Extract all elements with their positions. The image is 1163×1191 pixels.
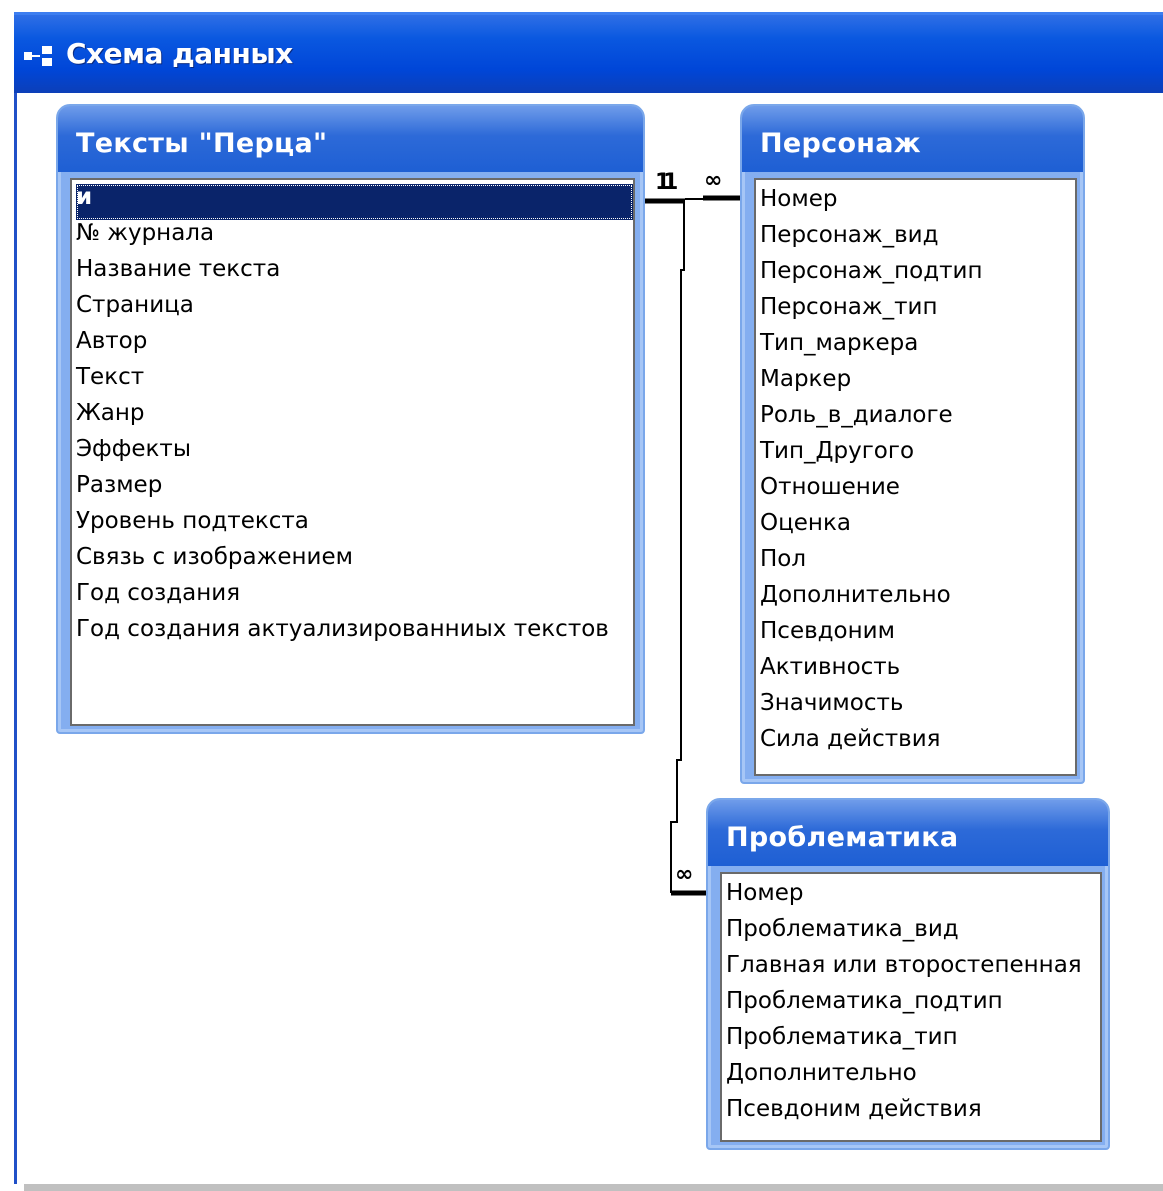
field-text-name[interactable]: Название текста (76, 256, 280, 292)
field-activity[interactable]: Активность (760, 654, 900, 690)
window-titlebar[interactable]: Схема данных (14, 12, 1163, 93)
field-effects[interactable]: Эффекты (76, 436, 191, 472)
table-problems-field-list[interactable]: Номер Проблематика_вид Главная или второ… (720, 872, 1102, 1142)
field-additional[interactable]: Дополнительно (760, 582, 951, 618)
field-actualized-creation-year[interactable]: Год создания актуализированниых текстов (76, 616, 609, 652)
field-text[interactable]: Текст (76, 364, 144, 400)
field-main-or-secondary[interactable]: Главная или второстепенная (726, 952, 1082, 988)
relationship-many-label-2: ∞ (675, 862, 694, 887)
table-character[interactable]: Персонаж Номер Персонаж_вид Персонаж_под… (740, 104, 1085, 784)
field-problem-subtype[interactable]: Проблематика_подтип (726, 988, 1003, 1024)
field-additional[interactable]: Дополнительно (726, 1060, 917, 1096)
field-action-pseudonym[interactable]: Псевдоним действия (726, 1096, 982, 1132)
field-journal-number[interactable]: № журнала (76, 220, 214, 256)
field-number[interactable]: Номер (760, 186, 837, 222)
field-pseudonym[interactable]: Псевдоним (760, 618, 895, 654)
field-image-link[interactable]: Связь с изображением (76, 544, 353, 580)
table-texts[interactable]: Тексты "Перца" и № журнала Название текс… (56, 104, 645, 734)
field-i[interactable]: и (76, 184, 633, 220)
table-problems-header[interactable]: Проблематика (708, 800, 1108, 866)
field-other-type[interactable]: Тип_Другого (760, 438, 914, 474)
table-character-header[interactable]: Персонаж (742, 106, 1083, 172)
field-page[interactable]: Страница (76, 292, 194, 328)
field-creation-year[interactable]: Год создания (76, 580, 240, 616)
relationship-many-label: ∞ (704, 168, 723, 193)
window-bottom-edge (24, 1184, 1163, 1191)
field-size[interactable]: Размер (76, 472, 162, 508)
table-character-title: Персонаж (760, 128, 921, 159)
relationship-one-label-2: 1 (663, 170, 679, 195)
field-marker-type[interactable]: Тип_маркера (760, 330, 918, 366)
field-genre[interactable]: Жанр (76, 400, 145, 436)
table-texts-field-list[interactable]: и № журнала Название текста Страница Авт… (70, 178, 635, 726)
field-marker[interactable]: Маркер (760, 366, 851, 402)
table-problems[interactable]: Проблематика Номер Проблематика_вид Глав… (706, 798, 1110, 1150)
field-number[interactable]: Номер (726, 880, 803, 916)
table-character-field-list[interactable]: Номер Персонаж_вид Персонаж_подтип Персо… (754, 178, 1077, 776)
field-gender[interactable]: Пол (760, 546, 806, 582)
field-problem-type[interactable]: Проблематика_тип (726, 1024, 958, 1060)
field-attitude[interactable]: Отношение (760, 474, 900, 510)
field-character-type[interactable]: Персонаж_тип (760, 294, 938, 330)
field-rating[interactable]: Оценка (760, 510, 851, 546)
table-problems-title: Проблематика (726, 822, 959, 853)
field-dialog-role[interactable]: Роль_в_диалоге (760, 402, 953, 438)
field-significance[interactable]: Значимость (760, 690, 903, 726)
table-texts-header[interactable]: Тексты "Перца" (58, 106, 643, 172)
field-problem-kind[interactable]: Проблематика_вид (726, 916, 959, 952)
field-author[interactable]: Автор (76, 328, 147, 364)
window-title: Схема данных (66, 37, 293, 70)
field-action-strength[interactable]: Сила действия (760, 726, 941, 762)
relationships-icon (22, 42, 62, 70)
field-character-kind[interactable]: Персонаж_вид (760, 222, 939, 258)
field-subtext-level[interactable]: Уровень подтекста (76, 508, 309, 544)
field-character-subtype[interactable]: Персонаж_подтип (760, 258, 983, 294)
table-texts-title: Тексты "Перца" (76, 128, 328, 159)
